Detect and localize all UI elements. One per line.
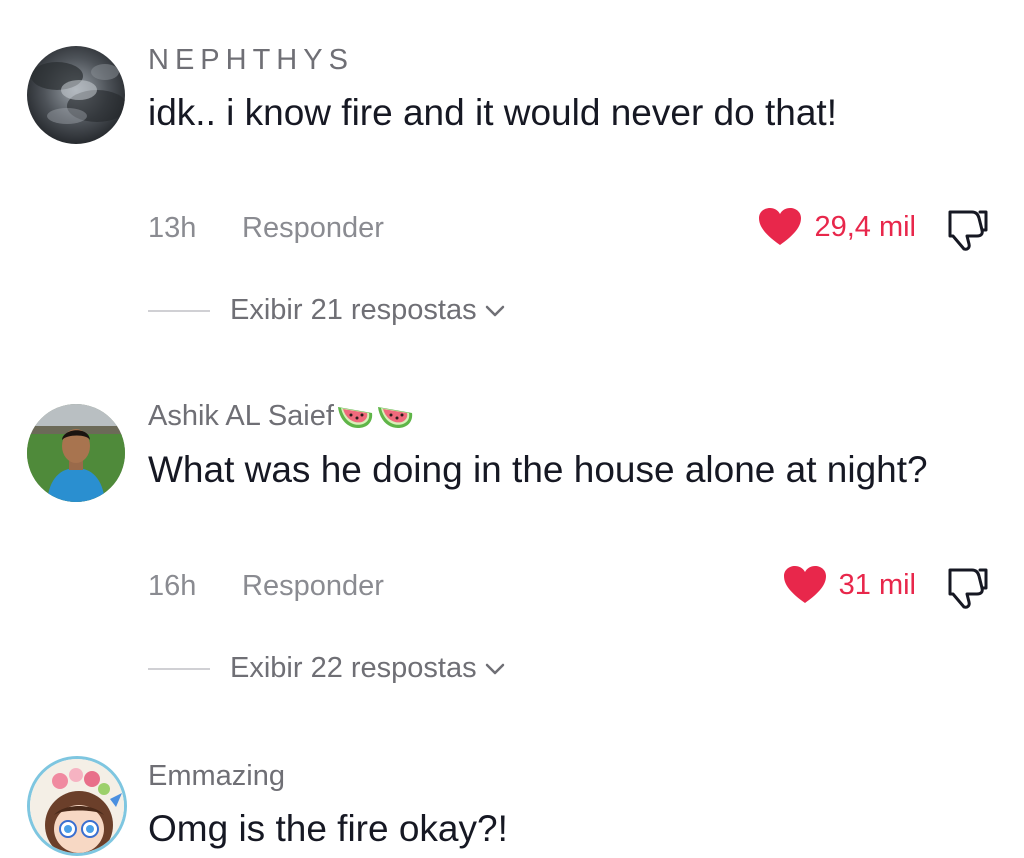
- cartoon-girl-avatar-icon: [30, 759, 124, 853]
- avatar[interactable]: [27, 756, 127, 856]
- comment-item: Emmazing Omg is the fire okay?!: [0, 0, 1024, 858]
- username[interactable]: Emmazing: [148, 760, 285, 793]
- comment-text: Omg is the fire okay?!: [148, 808, 508, 849]
